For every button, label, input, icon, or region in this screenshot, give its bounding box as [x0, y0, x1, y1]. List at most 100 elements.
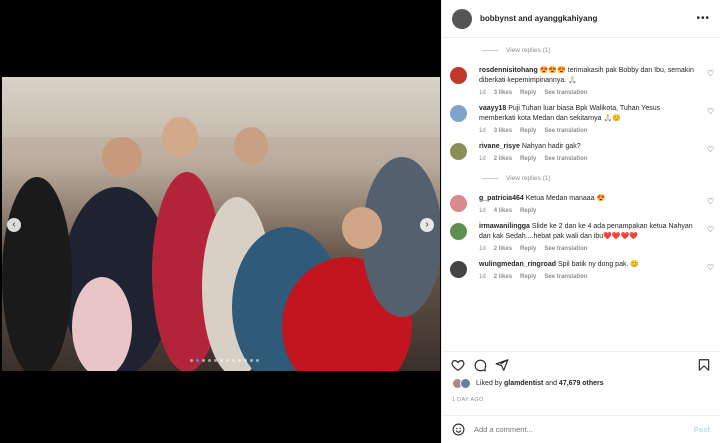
- comment-body: Puji Tuhan luar biasa Bpk Walikota, Tuha…: [479, 105, 661, 122]
- comment-likes[interactable]: 2 likes: [494, 156, 512, 162]
- avatar[interactable]: [450, 105, 467, 122]
- comment-body: Ketua Medan manaaa 😍: [525, 195, 606, 202]
- carousel-dot: [250, 359, 253, 362]
- reply-button[interactable]: Reply: [520, 156, 536, 162]
- action-bar: [442, 351, 720, 377]
- carousel-dot: [220, 359, 223, 362]
- photo-face: [234, 127, 268, 165]
- comment-likes[interactable]: 3 likes: [494, 128, 512, 134]
- comment-likes[interactable]: 2 likes: [494, 274, 512, 280]
- comment-text: rivane_risye Nahyan hadir gak?: [479, 142, 710, 152]
- comment-time: 1d: [479, 128, 486, 134]
- comment-likes[interactable]: 2 likes: [494, 246, 512, 252]
- comment-heart-icon[interactable]: ♡: [707, 107, 714, 116]
- comment-time: 1d: [479, 208, 486, 214]
- post-photo[interactable]: [2, 77, 440, 371]
- comment-time: 1d: [479, 274, 486, 280]
- comment-item: g_patricia464 Ketua Medan manaaa 😍 1d 4 li…: [442, 190, 720, 218]
- replies-line: [482, 177, 498, 179]
- avatar[interactable]: [452, 8, 472, 29]
- comment-item: wulingmedan_ringroad Spil batik ny dong …: [442, 256, 720, 284]
- reply-button[interactable]: Reply: [520, 208, 536, 214]
- view-replies-button[interactable]: View replies (1): [442, 38, 720, 62]
- comment-icon[interactable]: [473, 358, 487, 372]
- see-translation-button[interactable]: See translation: [544, 90, 587, 96]
- comment-heart-icon[interactable]: ♡: [707, 145, 714, 154]
- post-side-panel: bobbynst and ayanggkahiyang ••• View rep…: [441, 0, 720, 443]
- replies-line: [482, 49, 498, 51]
- comment-meta: 1d 2 likes Reply See translation: [479, 274, 710, 280]
- comment-heart-icon[interactable]: ♡: [707, 225, 714, 234]
- likes-summary: Liked by glamdentist and 47,679 others: [452, 378, 604, 389]
- see-translation-button[interactable]: See translation: [544, 156, 587, 162]
- avatar[interactable]: [450, 143, 467, 160]
- comment-meta: 1d 2 likes Reply See translation: [479, 156, 710, 162]
- comment-username[interactable]: g_patricia464: [479, 195, 524, 202]
- view-replies-label: View replies (1): [506, 46, 551, 54]
- comment-text: vaayy18 Puji Tuhan luar biasa Bpk Waliko…: [479, 104, 710, 124]
- photo-background-wall: [2, 77, 440, 137]
- comment-meta: 1d 4 likes Reply: [479, 208, 710, 214]
- comment-input[interactable]: [474, 425, 694, 434]
- avatar[interactable]: [450, 195, 467, 212]
- comment-text: irmawanilingga Slide ke 2 dan ke 4 ada p…: [479, 222, 710, 242]
- comment-item: rosdennisitohang 😍😍😍 terimakasih pak Bob…: [442, 62, 720, 100]
- comment-item: vaayy18 Puji Tuhan luar biasa Bpk Waliko…: [442, 100, 720, 138]
- comment-heart-icon[interactable]: ♡: [707, 263, 714, 272]
- comment-username[interactable]: irmawanilingga: [479, 223, 530, 230]
- reply-button[interactable]: Reply: [520, 246, 536, 252]
- comment-username[interactable]: wulingmedan_ringroad: [479, 261, 556, 268]
- see-translation-button[interactable]: See translation: [544, 128, 587, 134]
- reply-button[interactable]: Reply: [520, 128, 536, 134]
- emoji-icon[interactable]: [452, 423, 465, 436]
- view-replies-button[interactable]: View replies (1): [442, 166, 720, 190]
- carousel-dot: [208, 359, 211, 362]
- post-header: bobbynst and ayanggkahiyang •••: [442, 0, 720, 38]
- more-icon[interactable]: •••: [696, 13, 710, 24]
- comment-heart-icon[interactable]: ♡: [707, 69, 714, 78]
- comment-username[interactable]: rosdennisitohang: [479, 67, 538, 74]
- carousel-dot: [232, 359, 235, 362]
- view-replies-label: View replies (1): [506, 174, 551, 182]
- likes-text[interactable]: Liked by glamdentist and 47,679 others: [476, 380, 604, 387]
- comment-likes[interactable]: 3 likes: [494, 90, 512, 96]
- carousel-prev-button[interactable]: ‹: [7, 218, 21, 232]
- comment-body: Spil batik ny dong pak. 😊: [557, 261, 640, 268]
- carousel-dot: [244, 359, 247, 362]
- liker-avatars: [452, 378, 471, 389]
- post-author[interactable]: bobbynst and ayanggkahiyang: [480, 14, 597, 23]
- comment-username[interactable]: rivane_risye: [479, 143, 520, 150]
- see-translation-button[interactable]: See translation: [544, 274, 587, 280]
- reply-button[interactable]: Reply: [520, 90, 536, 96]
- comment-username[interactable]: vaayy18: [479, 105, 506, 112]
- share-icon[interactable]: [495, 358, 509, 372]
- carousel-indicator: [190, 359, 259, 362]
- carousel-dot: [238, 359, 241, 362]
- avatar[interactable]: [450, 67, 467, 84]
- post-date: 1 DAY AGO: [452, 397, 484, 403]
- media-viewer: ‹ ›: [0, 0, 441, 443]
- carousel-next-button[interactable]: ›: [420, 218, 434, 232]
- see-translation-button[interactable]: See translation: [544, 246, 587, 252]
- comment-item: rivane_risye Nahyan hadir gak? 1d 2 likes R…: [442, 138, 720, 166]
- comment-text: g_patricia464 Ketua Medan manaaa 😍: [479, 194, 710, 204]
- avatar[interactable]: [450, 261, 467, 278]
- bookmark-icon[interactable]: [697, 358, 711, 372]
- carousel-dot: [202, 359, 205, 362]
- comment-heart-icon[interactable]: ♡: [707, 197, 714, 206]
- photo-face: [342, 207, 382, 249]
- photo-face: [162, 117, 198, 157]
- comment-meta: 1d 3 likes Reply See translation: [479, 128, 710, 134]
- photo-figure: [72, 277, 132, 371]
- carousel-dot: [214, 359, 217, 362]
- carousel-dot: [256, 359, 259, 362]
- comment-time: 1d: [479, 156, 486, 162]
- comment-likes[interactable]: 4 likes: [494, 208, 512, 214]
- photo-figure: [2, 177, 72, 371]
- reply-button[interactable]: Reply: [520, 274, 536, 280]
- heart-icon[interactable]: [451, 358, 465, 372]
- carousel-dot: [226, 359, 229, 362]
- avatar[interactable]: [450, 223, 467, 240]
- comment-meta: 1d 3 likes Reply See translation: [479, 90, 710, 96]
- post-button[interactable]: Post: [694, 425, 710, 434]
